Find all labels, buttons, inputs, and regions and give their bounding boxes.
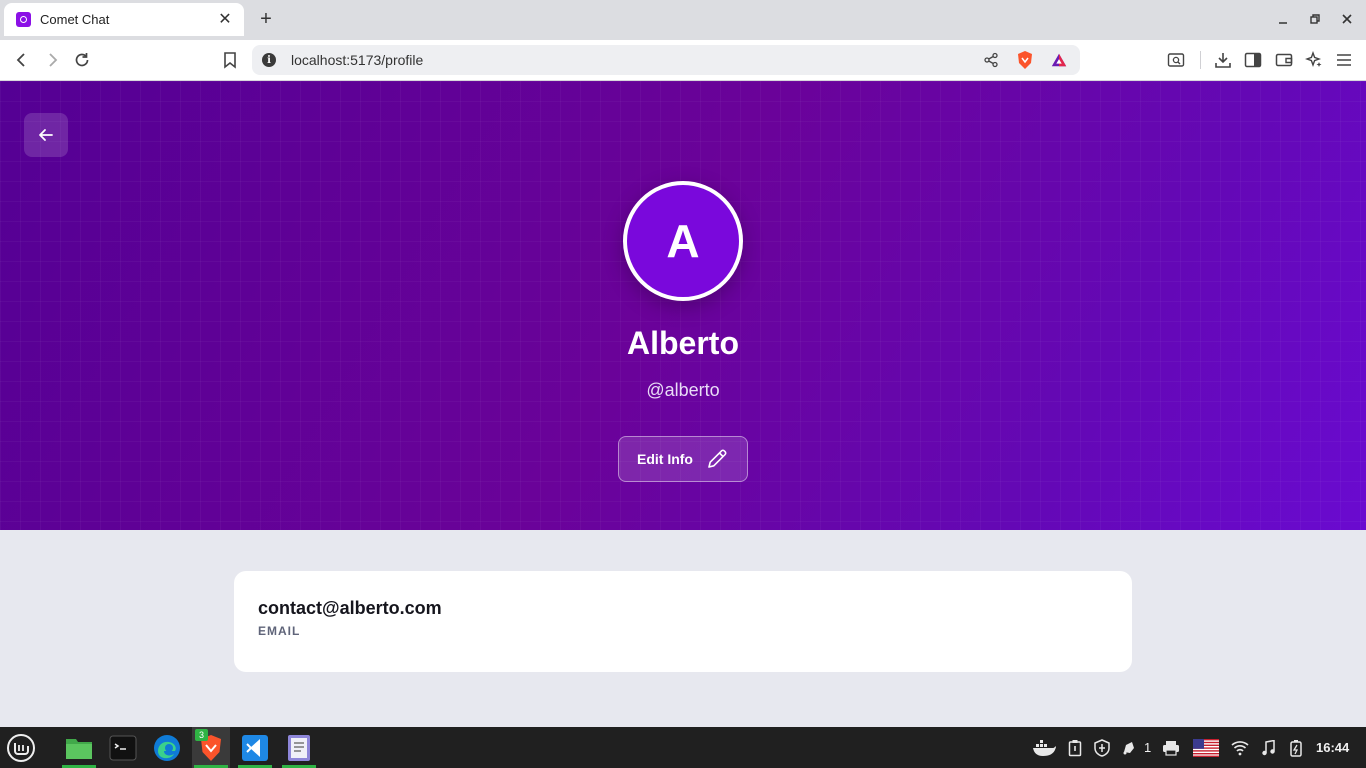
- brave-window-count-badge: 3: [195, 729, 208, 741]
- profile-username: @alberto: [646, 380, 720, 400]
- shield-icon[interactable]: [1092, 738, 1112, 758]
- site-info-icon[interactable]: i: [262, 53, 276, 67]
- taskbar-vscode[interactable]: [236, 727, 274, 768]
- edge-icon: [154, 734, 180, 761]
- pencil-icon: [708, 449, 727, 468]
- address-bar[interactable]: i localhost:5173/profile: [252, 45, 1080, 75]
- taskbar-files[interactable]: [60, 727, 98, 768]
- maximize-button[interactable]: [1306, 10, 1324, 28]
- clipboard-icon[interactable]: [1066, 738, 1084, 758]
- email-value: contact@alberto.com: [258, 598, 442, 618]
- clock[interactable]: 16:44: [1316, 740, 1349, 755]
- profile-display-name: Alberto: [627, 325, 739, 361]
- main-menu-icon[interactable]: [1334, 50, 1354, 70]
- docker-icon[interactable]: [1031, 738, 1057, 758]
- edit-info-label: Edit Info: [637, 451, 693, 467]
- taskbar-brave[interactable]: 3: [192, 727, 230, 768]
- tab-title: Comet Chat: [40, 12, 110, 27]
- us-flag-keyboard-layout-icon[interactable]: [1192, 738, 1220, 758]
- leo-ai-icon[interactable]: [1304, 50, 1324, 70]
- page-search-icon[interactable]: [1166, 50, 1186, 70]
- wallet-icon[interactable]: [1274, 50, 1294, 70]
- text-editor-icon: [288, 734, 310, 761]
- os-taskbar: 3 1 16:44: [0, 727, 1366, 768]
- linux-mint-menu-icon: [7, 733, 35, 762]
- minimize-button[interactable]: [1274, 10, 1292, 28]
- avatar-initial: A: [666, 215, 700, 267]
- forward-nav-button[interactable]: [42, 50, 62, 70]
- wifi-icon[interactable]: [1230, 738, 1250, 758]
- back-nav-button[interactable]: [12, 50, 32, 70]
- toolbar-divider: [1200, 51, 1201, 69]
- start-menu-button[interactable]: [2, 727, 40, 768]
- url-text[interactable]: localhost:5173/profile: [291, 52, 423, 68]
- close-window-button[interactable]: [1338, 10, 1356, 28]
- new-tab-button[interactable]: +: [256, 9, 276, 29]
- share-icon[interactable]: [982, 51, 1000, 69]
- music-note-icon[interactable]: [1259, 738, 1277, 758]
- download-icon[interactable]: [1213, 50, 1233, 70]
- page-viewport: A Alberto @alberto Edit Info contact@alb…: [0, 81, 1366, 727]
- avatar: A: [623, 181, 743, 301]
- notifications-icon[interactable]: [1120, 738, 1138, 758]
- battery-charging-icon[interactable]: [1287, 738, 1305, 758]
- tab-close-icon[interactable]: ✕: [216, 11, 234, 29]
- taskbar-text-editor[interactable]: [280, 727, 318, 768]
- vscode-icon: [242, 734, 268, 761]
- taskbar-terminal[interactable]: [104, 727, 142, 768]
- brave-shields-icon[interactable]: [1016, 51, 1034, 69]
- taskbar-edge[interactable]: [148, 727, 186, 768]
- browser-tab-strip: Comet Chat ✕ +: [0, 0, 1366, 40]
- brave-rewards-icon[interactable]: [1050, 51, 1068, 69]
- comet-chat-favicon-icon: [16, 12, 31, 27]
- printer-icon[interactable]: [1161, 738, 1181, 758]
- browser-toolbar: i localhost:5173/profile: [0, 40, 1366, 81]
- bookmark-icon[interactable]: [220, 50, 240, 70]
- email-label: EMAIL: [258, 624, 301, 638]
- reload-button[interactable]: [72, 50, 92, 70]
- arrow-left-icon: [39, 129, 53, 141]
- terminal-icon: [109, 735, 137, 760]
- notification-count: 1: [1144, 740, 1152, 755]
- sidebar-toggle-icon[interactable]: [1243, 50, 1263, 70]
- browser-tab[interactable]: Comet Chat ✕: [4, 3, 244, 36]
- edit-info-button[interactable]: Edit Info: [618, 436, 748, 482]
- profile-info-card: contact@alberto.com EMAIL: [234, 571, 1132, 672]
- profile-header: A Alberto @alberto Edit Info: [0, 81, 1366, 530]
- files-icon: [66, 738, 92, 759]
- back-button[interactable]: [24, 113, 68, 157]
